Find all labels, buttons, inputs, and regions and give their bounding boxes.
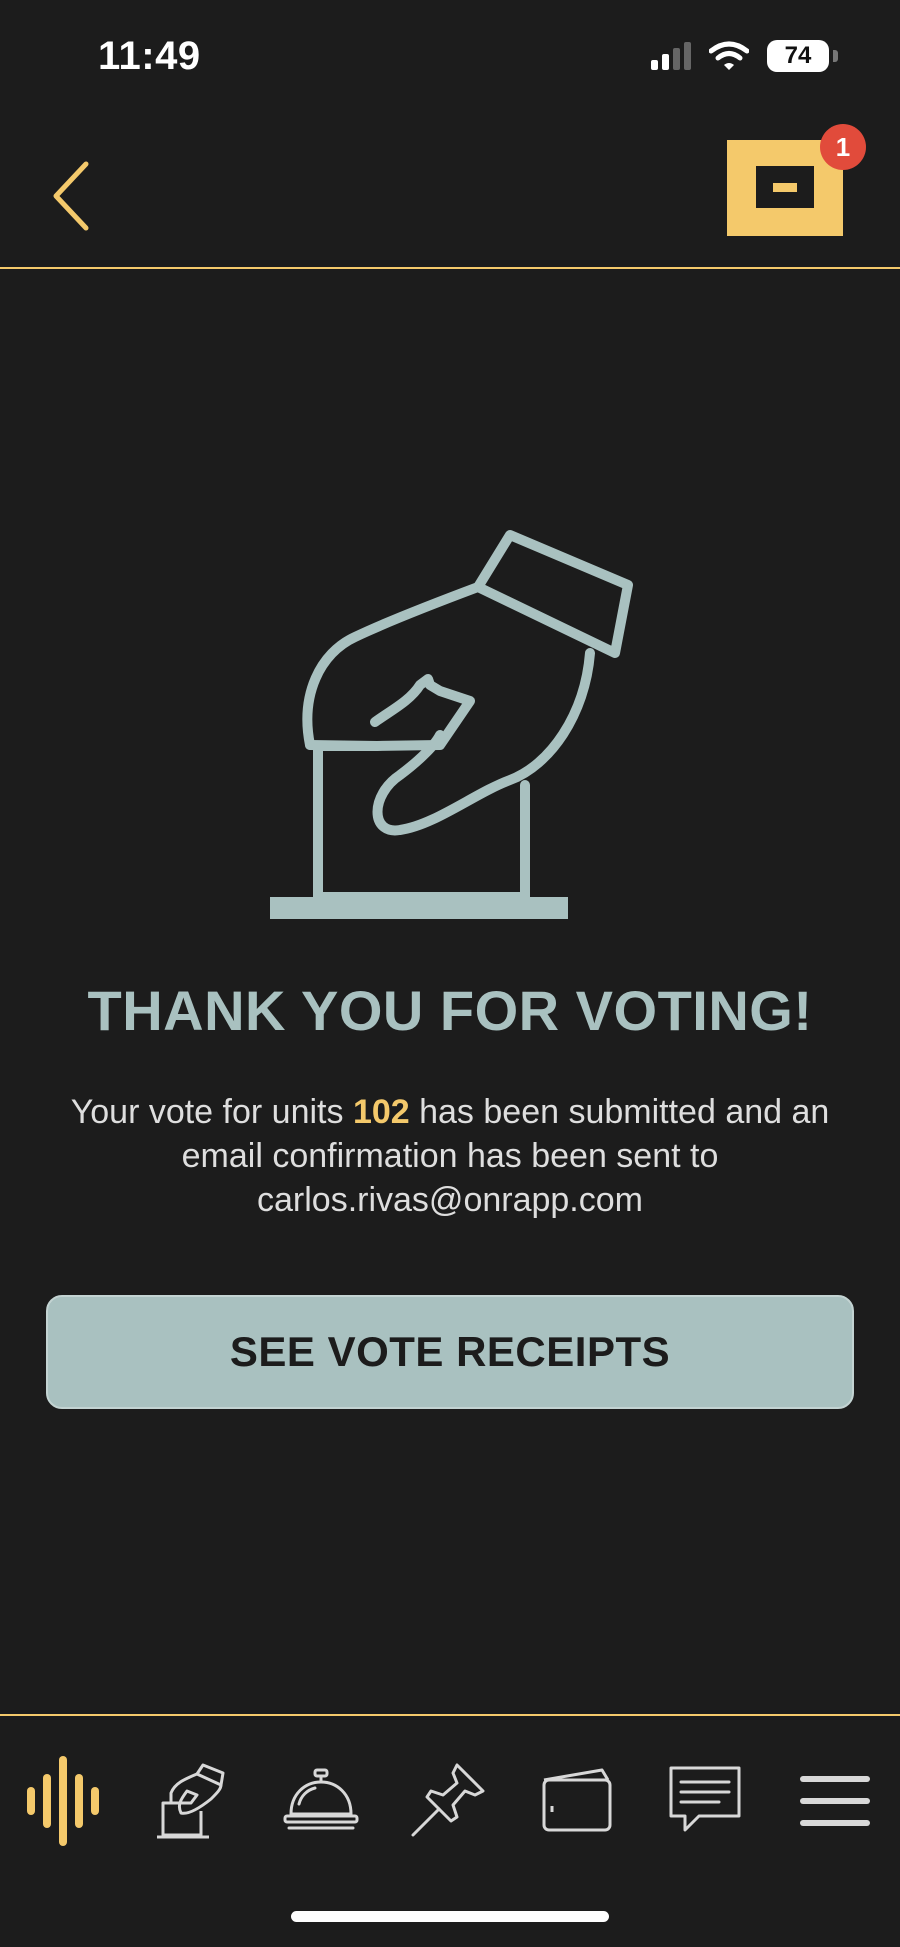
confirmation-message: Your vote for units 102 has been submitt… [60, 1090, 840, 1222]
wallet-icon [542, 1768, 612, 1832]
page-title: THANK YOU FOR VOTING! [87, 979, 813, 1042]
notification-badge: 1 [820, 124, 866, 170]
header-divider [0, 267, 900, 269]
nav-item-vote[interactable] [146, 1756, 236, 1846]
ballot-vote-icon [157, 1763, 225, 1839]
ballot-box-illustration [260, 525, 640, 925]
nav-item-concierge[interactable] [276, 1756, 366, 1846]
home-indicator[interactable] [291, 1911, 609, 1922]
wifi-icon [709, 41, 749, 70]
cellular-signal-icon [651, 42, 691, 70]
chat-message-icon [669, 1766, 741, 1832]
nav-item-pinned[interactable] [404, 1756, 494, 1846]
nav-item-wallet[interactable] [533, 1756, 623, 1846]
see-vote-receipts-button[interactable]: SEE VOTE RECEIPTS [46, 1295, 854, 1409]
status-icons: 74 [651, 40, 838, 72]
status-time: 11:49 [98, 34, 201, 78]
service-bell-icon [283, 1768, 359, 1830]
ballot-box-hand-icon [270, 530, 633, 919]
chevron-left-icon [53, 161, 89, 231]
pushpin-icon [411, 1763, 485, 1837]
bottom-nav [0, 1716, 900, 1866]
header [0, 120, 900, 268]
nav-item-activity[interactable] [18, 1756, 108, 1846]
audio-waves-icon [27, 1756, 99, 1846]
back-button[interactable] [48, 156, 98, 236]
nav-item-messages[interactable] [660, 1756, 750, 1846]
battery-tip [833, 50, 838, 62]
units-number: 102 [352, 1093, 410, 1131]
nav-item-menu[interactable] [790, 1756, 880, 1846]
menu-icon [800, 1776, 870, 1826]
battery-icon: 74 [767, 40, 829, 72]
message-prefix: Your vote for units [70, 1093, 353, 1131]
status-bar: 11:49 74 [0, 0, 900, 120]
